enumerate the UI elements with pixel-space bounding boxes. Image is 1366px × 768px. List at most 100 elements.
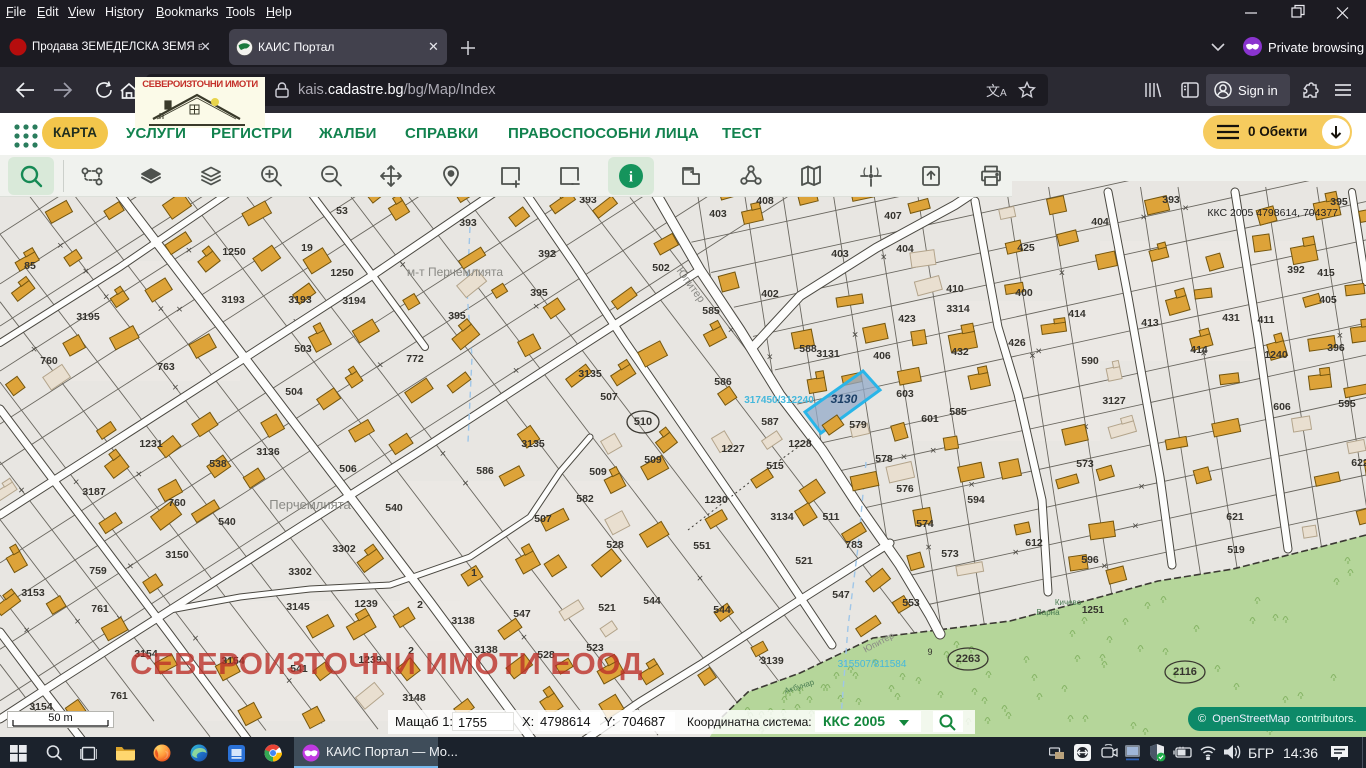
svg-text:2: 2 <box>417 599 423 611</box>
svg-text:9: 9 <box>927 647 932 657</box>
svg-text:3193: 3193 <box>288 294 312 306</box>
svg-text:i: i <box>629 170 633 186</box>
svg-text:544: 544 <box>713 604 731 616</box>
svg-text:601: 601 <box>921 413 939 425</box>
svg-text:410: 410 <box>946 283 964 295</box>
svg-text:413: 413 <box>1141 317 1159 329</box>
svg-text:317450/312240: 317450/312240 <box>744 395 814 406</box>
svg-text:415: 415 <box>1317 267 1335 279</box>
svg-text:521: 521 <box>598 602 616 614</box>
svg-text:1239: 1239 <box>354 598 378 610</box>
svg-text:315507/811584: 315507/811584 <box>838 659 907 670</box>
svg-text:19: 19 <box>301 242 313 254</box>
svg-text:53: 53 <box>336 205 348 217</box>
svg-text:521: 521 <box>795 555 813 567</box>
svg-text:426: 426 <box>1008 337 1026 349</box>
svg-text:Варна: Варна <box>1036 608 1060 617</box>
svg-text:3314: 3314 <box>946 303 970 315</box>
svg-text:502: 502 <box>652 262 670 274</box>
svg-text:622: 622 <box>1351 457 1366 469</box>
svg-text:1250: 1250 <box>222 246 246 258</box>
svg-text:594: 594 <box>967 494 985 506</box>
svg-text:519: 519 <box>1227 544 1245 556</box>
svg-text:603: 603 <box>896 388 914 400</box>
svg-text:544: 544 <box>643 595 661 607</box>
svg-text:595: 595 <box>1338 398 1356 410</box>
svg-text:3194: 3194 <box>342 295 366 307</box>
svg-text:763: 763 <box>157 361 175 373</box>
svg-text:761: 761 <box>110 690 128 702</box>
svg-text:3135: 3135 <box>521 438 545 450</box>
svg-text:425: 425 <box>1017 242 1035 254</box>
svg-text:540: 540 <box>218 516 236 528</box>
svg-text:606: 606 <box>1273 401 1291 413</box>
svg-text:621: 621 <box>1226 511 1244 523</box>
svg-text:СЕВЕРОИЗТОЧНИ ИМОТИ ЕООД: СЕВЕРОИЗТОЧНИ ИМОТИ ЕООД <box>130 646 643 681</box>
svg-text:3145: 3145 <box>286 601 310 613</box>
svg-text:540: 540 <box>385 502 403 514</box>
svg-text:402: 402 <box>761 288 779 300</box>
svg-text:3139: 3139 <box>760 655 784 667</box>
svg-text:405: 405 <box>1319 294 1337 306</box>
svg-text:403: 403 <box>831 248 849 260</box>
svg-text:1251: 1251 <box>1082 605 1105 616</box>
svg-text:395: 395 <box>530 287 548 299</box>
svg-text:1: 1 <box>471 567 477 579</box>
svg-text:507: 507 <box>534 513 552 525</box>
svg-text:553: 553 <box>902 597 920 609</box>
svg-text:ККС 2005 4798614, 704377: ККС 2005 4798614, 704377 <box>1207 207 1338 219</box>
svg-text:85: 85 <box>24 260 36 272</box>
svg-text:1240: 1240 <box>1264 349 1288 361</box>
svg-text:432: 432 <box>951 346 969 358</box>
svg-text:579: 579 <box>849 419 867 431</box>
svg-text:395: 395 <box>448 310 466 322</box>
svg-text:431: 431 <box>1222 312 1240 324</box>
svg-text:760: 760 <box>168 497 186 509</box>
svg-text:582: 582 <box>576 493 594 505</box>
svg-text:551: 551 <box>693 540 711 552</box>
svg-text:515: 515 <box>766 460 784 472</box>
svg-text:586: 586 <box>476 465 494 477</box>
svg-text:400: 400 <box>1015 287 1033 299</box>
svg-text:612: 612 <box>1025 537 1043 549</box>
svg-text:2116: 2116 <box>1173 666 1197 678</box>
svg-text:511: 511 <box>823 511 840 523</box>
svg-text:503: 503 <box>294 343 312 355</box>
svg-text:393: 393 <box>459 217 477 229</box>
svg-text:578: 578 <box>875 453 893 465</box>
svg-text:783: 783 <box>845 539 863 551</box>
svg-text:509: 509 <box>589 466 607 478</box>
svg-text:547: 547 <box>832 589 850 601</box>
svg-text:1227: 1227 <box>721 443 745 455</box>
svg-text:576: 576 <box>896 483 914 495</box>
svg-text:528: 528 <box>606 539 624 551</box>
svg-text:772: 772 <box>406 353 424 365</box>
svg-text:573: 573 <box>1076 458 1094 470</box>
svg-text:509: 509 <box>644 454 662 466</box>
svg-text:759: 759 <box>89 565 107 577</box>
svg-text:3130: 3130 <box>831 392 858 406</box>
svg-text:506: 506 <box>339 463 357 475</box>
svg-text:3127: 3127 <box>1102 395 1126 407</box>
svg-text:1231: 1231 <box>139 438 163 450</box>
svg-text:2263: 2263 <box>956 653 980 665</box>
svg-text:1228: 1228 <box>788 438 812 450</box>
svg-text:м-т Перчемлията: м-т Перчемлията <box>407 265 504 279</box>
svg-text:3302: 3302 <box>288 566 312 578</box>
svg-text:403: 403 <box>709 208 727 220</box>
svg-text:414: 414 <box>1068 308 1086 320</box>
svg-text:3148: 3148 <box>402 692 426 704</box>
svg-text:393: 393 <box>1162 194 1180 206</box>
svg-text:3135: 3135 <box>578 368 602 380</box>
svg-text:Перчемлията: Перчемлията <box>269 497 351 512</box>
svg-text:574: 574 <box>916 518 934 530</box>
svg-text:1230: 1230 <box>704 494 728 506</box>
svg-text:590: 590 <box>1081 355 1099 367</box>
svg-text:411: 411 <box>1258 314 1275 326</box>
svg-text:3136: 3136 <box>256 446 280 458</box>
svg-text:585: 585 <box>949 406 967 418</box>
svg-text:392: 392 <box>1287 264 1305 276</box>
svg-text:586: 586 <box>714 376 732 388</box>
svg-text:573: 573 <box>941 548 959 560</box>
svg-text:3193: 3193 <box>221 294 245 306</box>
